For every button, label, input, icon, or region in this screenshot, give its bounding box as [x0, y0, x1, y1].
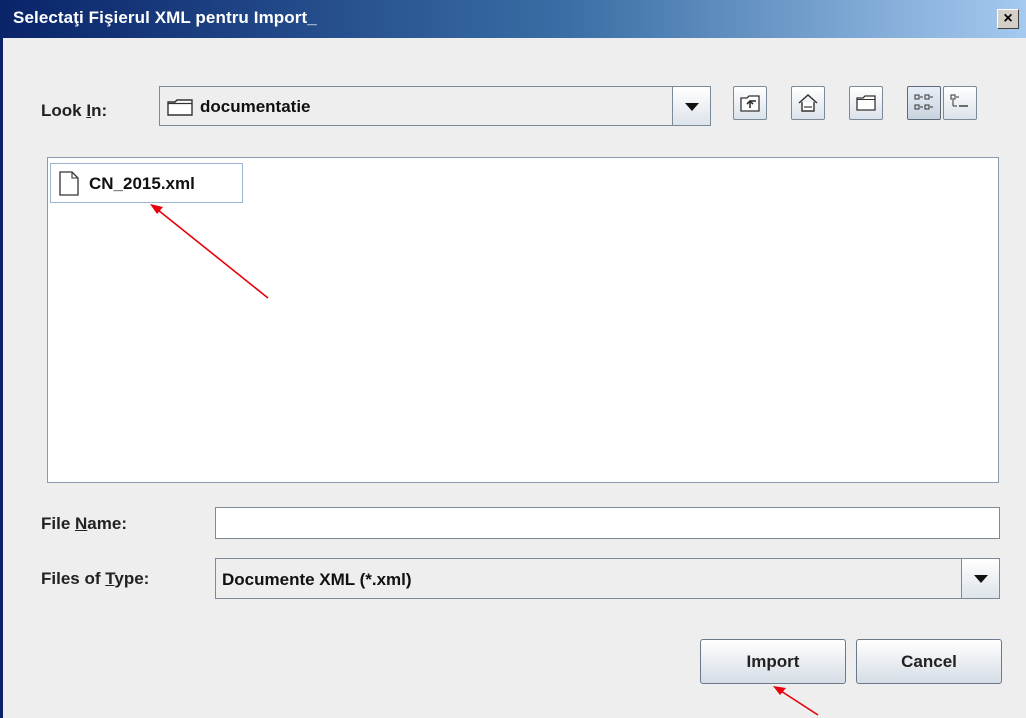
close-icon: ×	[1003, 10, 1013, 27]
cancel-button[interactable]: Cancel	[856, 639, 1002, 684]
up-one-level-button[interactable]	[733, 86, 767, 120]
look-in-combobox[interactable]: documentatie	[159, 86, 711, 126]
folder-icon	[167, 98, 193, 121]
file-name-label: File Name:	[41, 514, 127, 533]
files-of-type-combobox[interactable]: Documente XML (*.xml)	[215, 558, 1000, 599]
file-list[interactable]: CN_2015.xml	[47, 157, 999, 483]
files-of-type-value: Documente XML (*.xml)	[222, 570, 412, 589]
file-chooser-dialog: Selectaţi Fişierul XML pentru Import_ × …	[0, 0, 1026, 718]
list-view-toggle[interactable]	[907, 86, 941, 120]
home-button[interactable]	[791, 86, 825, 120]
details-view-toggle[interactable]	[943, 86, 977, 120]
new-folder-button[interactable]	[849, 86, 883, 120]
file-name-input[interactable]	[215, 507, 1000, 539]
chevron-down-icon	[974, 575, 988, 583]
title-bar: Selectaţi Fişierul XML pentru Import_ ×	[3, 0, 1026, 38]
file-item[interactable]: CN_2015.xml	[50, 163, 243, 203]
dialog-title: Selectaţi Fişierul XML pentru Import_	[13, 8, 317, 27]
look-in-label: Look In:	[41, 101, 108, 120]
files-of-type-dropdown-button[interactable]	[961, 559, 999, 598]
look-in-dropdown-button[interactable]	[672, 87, 710, 125]
file-icon	[59, 171, 79, 201]
close-button[interactable]: ×	[997, 9, 1019, 29]
look-in-value: documentatie	[200, 97, 311, 116]
import-button[interactable]: Import	[700, 639, 846, 684]
files-of-type-label: Files of Type:	[41, 569, 150, 588]
chevron-down-icon	[685, 103, 699, 111]
file-name-text: CN_2015.xml	[89, 174, 195, 193]
